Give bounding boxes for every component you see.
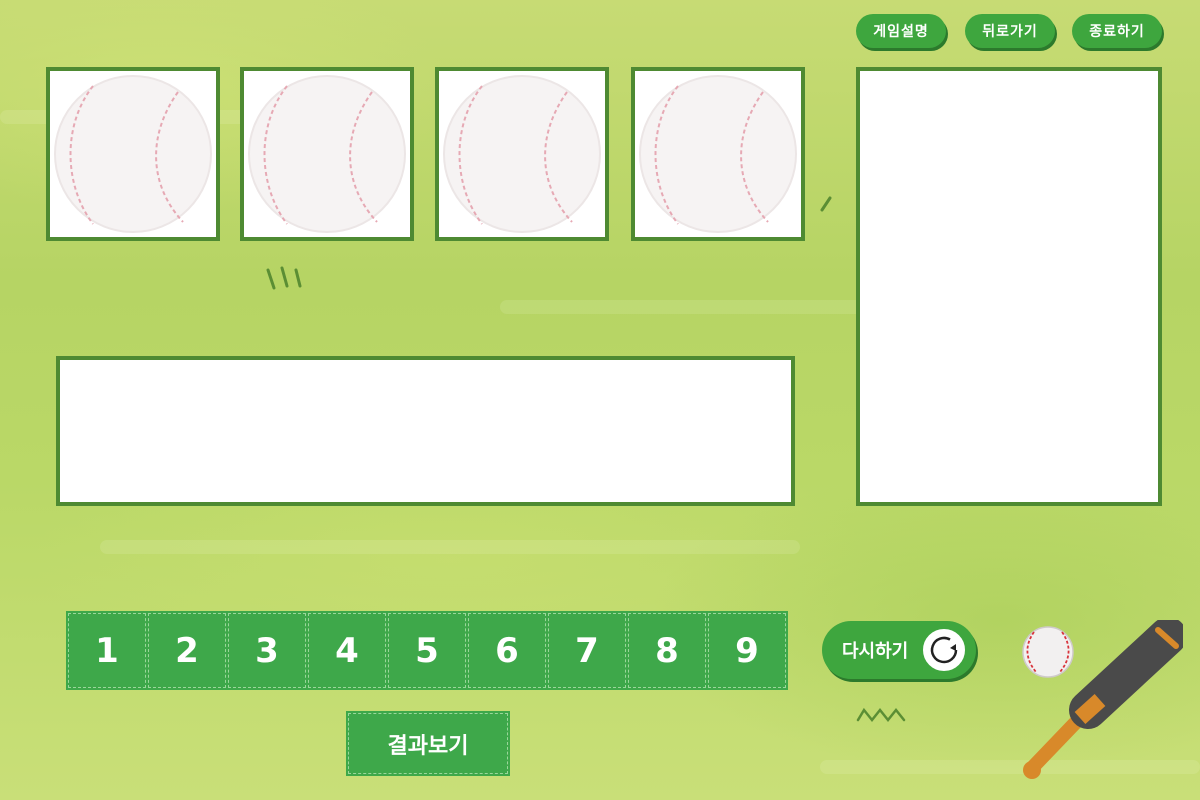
baseball-icon	[639, 75, 797, 233]
number-button-7[interactable]: 7	[546, 611, 628, 690]
grass-mark-icon	[856, 707, 906, 723]
number-button-1[interactable]: 1	[66, 611, 148, 690]
number-button-2[interactable]: 2	[146, 611, 228, 690]
history-panel	[856, 67, 1162, 506]
back-button[interactable]: 뒤로가기	[965, 14, 1055, 48]
baseball-bat-icon	[1023, 620, 1183, 779]
help-button-label: 게임설명	[873, 24, 929, 40]
baseball-icon	[54, 75, 212, 233]
answer-input-panel	[56, 356, 795, 506]
baseball-card[interactable]	[46, 67, 220, 241]
baseball-card[interactable]	[435, 67, 609, 241]
number-pad: 1 2 3 4 5 6 7 8 9	[66, 611, 788, 690]
show-result-label: 결과보기	[387, 733, 469, 759]
baseball-card[interactable]	[240, 67, 414, 241]
retry-button[interactable]: 다시하기	[822, 621, 976, 679]
help-button[interactable]: 게임설명	[856, 14, 946, 48]
baseball-icon	[443, 75, 601, 233]
show-result-button[interactable]: 결과보기	[346, 711, 510, 776]
back-button-label: 뒤로가기	[982, 24, 1038, 40]
grass-mark-icon	[266, 266, 302, 290]
refresh-icon	[920, 626, 968, 674]
exit-button[interactable]: 종료하기	[1072, 14, 1162, 48]
number-button-5[interactable]: 5	[386, 611, 468, 690]
baseball-icon	[248, 75, 406, 233]
exit-button-label: 종료하기	[1089, 24, 1145, 40]
number-button-3[interactable]: 3	[226, 611, 308, 690]
number-button-8[interactable]: 8	[626, 611, 708, 690]
number-button-6[interactable]: 6	[466, 611, 548, 690]
number-button-4[interactable]: 4	[306, 611, 388, 690]
retry-button-label: 다시하기	[842, 641, 909, 662]
number-button-9[interactable]: 9	[706, 611, 788, 690]
baseball-card[interactable]	[631, 67, 805, 241]
grass-mark-icon	[820, 196, 832, 212]
